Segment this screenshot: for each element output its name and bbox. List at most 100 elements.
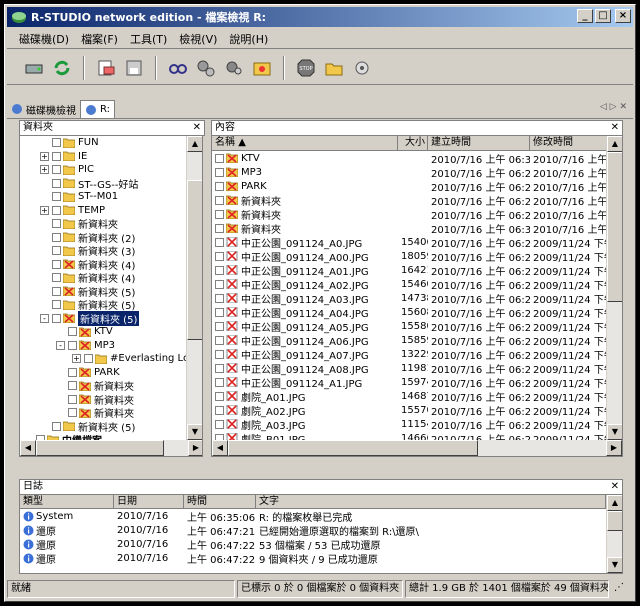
file-row[interactable]: 中正公園_091124_A07.JPG 1322952010/7/16 上午 06… <box>212 347 622 362</box>
file-row[interactable]: 中正公園_091124_A0.JPG 1540622010/7/16 上午 06:… <box>212 235 622 250</box>
tree-item[interactable]: + TEMP <box>20 204 202 218</box>
tree-checkbox[interactable] <box>52 138 61 148</box>
file-checkbox[interactable] <box>215 349 224 359</box>
scroll-thumb[interactable] <box>187 180 202 340</box>
view-button[interactable] <box>165 55 191 81</box>
menu-file[interactable]: 檔案(F) <box>75 31 124 47</box>
log-column-type[interactable]: 類型 <box>20 495 114 508</box>
open-drive-file-button[interactable] <box>93 55 119 81</box>
tree-item[interactable]: ST--M01 <box>20 190 202 204</box>
file-row[interactable]: 中正公園_091124_A00.JPG 1805922010/7/16 上午 06… <box>212 249 622 264</box>
column-created[interactable]: 建立時間 <box>428 136 530 150</box>
file-checkbox[interactable] <box>215 321 224 331</box>
tree-checkbox[interactable] <box>52 421 61 431</box>
tree-checkbox[interactable] <box>52 273 61 283</box>
tree-checkbox[interactable] <box>52 151 61 161</box>
expand-toggle-icon[interactable]: - <box>56 340 65 350</box>
tree-item[interactable]: + IE <box>20 150 202 164</box>
scroll-down-arrow[interactable]: ▼ <box>607 557 622 573</box>
file-row[interactable]: 中正公園_091124_A02.JPG 1546022010/7/16 上午 06… <box>212 277 622 292</box>
file-checkbox[interactable] <box>215 335 224 345</box>
tab-scroll-arrows[interactable]: ◁ ▷ ✕ <box>600 102 627 112</box>
scroll-thumb[interactable] <box>36 440 164 456</box>
tree-item[interactable]: - MP3 <box>20 339 202 353</box>
tree-item[interactable]: 新資料夾 (3) <box>20 244 202 258</box>
scroll-down-arrow[interactable]: ▼ <box>187 424 202 440</box>
file-row[interactable]: PARK 2010/7/16 上午 06:2... 2010/7/16 上午 <box>212 179 622 194</box>
tree-checkbox[interactable] <box>52 192 61 202</box>
tree-item[interactable]: - 新資料夾 (5) <box>20 310 202 326</box>
file-checkbox[interactable] <box>215 181 224 191</box>
file-row[interactable]: 新資料夾 2010/7/16 上午 06:3... 2010/7/16 上午 <box>212 221 622 236</box>
file-checkbox[interactable] <box>215 195 224 205</box>
minimize-button[interactable]: _ <box>577 9 593 23</box>
file-row[interactable]: MP3 2010/7/16 上午 06:2... 2010/7/16 上午 <box>212 165 622 180</box>
column-size[interactable]: 大小 <box>398 136 428 150</box>
tree-item[interactable]: 新資料夾 (5) <box>20 285 202 299</box>
tree-checkbox[interactable] <box>52 178 61 188</box>
scroll-thumb[interactable] <box>228 440 478 456</box>
tree-checkbox[interactable] <box>52 232 61 242</box>
file-checkbox[interactable] <box>215 265 224 275</box>
resize-grip-icon[interactable]: ⋰ <box>611 580 629 598</box>
expand-toggle-icon[interactable]: + <box>40 165 49 175</box>
scroll-down-arrow[interactable]: ▼ <box>607 424 622 440</box>
connect-drive-button[interactable] <box>21 55 47 81</box>
menu-drive[interactable]: 磁碟機(D) <box>13 31 75 47</box>
tree-checkbox[interactable] <box>68 381 77 391</box>
expand-toggle-icon[interactable]: + <box>40 205 49 215</box>
stop-button[interactable]: STOP <box>293 55 319 81</box>
tree-item[interactable]: 新資料夾 (5) <box>20 298 202 312</box>
scroll-left-arrow[interactable]: ◀ <box>212 440 228 456</box>
tree-item[interactable]: FUN <box>20 136 202 150</box>
tree-item[interactable]: 新資料夾 <box>20 217 202 231</box>
menu-help[interactable]: 說明(H) <box>223 31 274 47</box>
tab-r-drive[interactable]: R: <box>80 100 116 118</box>
file-checkbox[interactable] <box>215 293 224 303</box>
tree-checkbox[interactable] <box>52 313 61 323</box>
tree-item[interactable]: 新資料夾 (4) <box>20 258 202 272</box>
log-vertical-scrollbar[interactable]: ▲ ▼ <box>606 495 622 573</box>
menu-view[interactable]: 檢視(V) <box>173 31 223 47</box>
file-row[interactable]: KTV 2010/7/16 上午 06:3... 2010/7/16 上午 <box>212 151 622 166</box>
scroll-up-arrow[interactable]: ▲ <box>607 495 622 511</box>
column-name[interactable]: 名稱 ▲ <box>212 136 398 150</box>
expand-toggle-icon[interactable]: + <box>72 354 81 364</box>
tree-horizontal-scrollbar[interactable]: ◀ ▶ <box>20 440 202 456</box>
tree-checkbox[interactable] <box>84 354 93 364</box>
file-row[interactable]: 中正公園_091124_A01.JPG 1642122010/7/16 上午 06… <box>212 263 622 278</box>
scroll-right-arrow[interactable]: ▶ <box>188 440 202 456</box>
file-row[interactable]: 中正公園_091124_A03.JPG 1473852010/7/16 上午 06… <box>212 291 622 306</box>
file-row[interactable]: 劇院_A02.JPG 1557072010/7/16 上午 06:2...2009… <box>212 403 622 418</box>
tree-checkbox[interactable] <box>52 165 61 175</box>
scroll-left-arrow[interactable]: ◀ <box>20 440 36 456</box>
log-list[interactable]: 類型 日期 時間 文字 System 2010/7/16 上午 06:35:06 R:… <box>19 494 623 574</box>
file-row[interactable]: 新資料夾 2010/7/16 上午 06:2... 2010/7/16 上午 <box>212 207 622 222</box>
file-checkbox[interactable] <box>215 307 224 317</box>
expand-toggle-icon[interactable]: - <box>40 313 49 323</box>
tree-item[interactable]: 新資料夾 (4) <box>20 271 202 285</box>
scroll-thumb[interactable] <box>607 152 622 302</box>
log-row[interactable]: 還原 2010/7/16 上午 06:47:22 9 個資料夾 / 9 已成功還原 <box>20 551 622 566</box>
log-column-time[interactable]: 時間 <box>184 495 256 508</box>
title-bar[interactable]: R-STUDIO network edition - 檔案檢視 R: _ □ × <box>7 7 633 27</box>
file-checkbox[interactable] <box>215 209 224 219</box>
log-row[interactable]: 還原 2010/7/16 上午 06:47:21 已經開始還原選取的檔案到 R:\還原… <box>20 523 622 538</box>
log-row[interactable]: 還原 2010/7/16 上午 06:47:22 53 個檔案 / 53 已成功還原 <box>20 537 622 552</box>
list-vertical-scrollbar[interactable]: ▲ ▼ <box>606 136 622 440</box>
tree-item[interactable]: 新資料夾 (5) <box>20 420 202 434</box>
list-horizontal-scrollbar[interactable]: ◀ ▶ <box>212 440 622 456</box>
save-image-button[interactable] <box>121 55 147 81</box>
tree-checkbox[interactable] <box>52 205 61 215</box>
tree-checkbox[interactable] <box>52 246 61 256</box>
tree-checkbox[interactable] <box>52 286 61 296</box>
file-row[interactable]: 中正公園_091124_A1.JPG 1597402010/7/16 上午 06:… <box>212 375 622 390</box>
file-checkbox[interactable] <box>215 167 224 177</box>
file-row[interactable]: 新資料夾 2010/7/16 上午 06:2... 2010/7/16 上午 <box>212 193 622 208</box>
close-icon[interactable]: ✕ <box>611 121 619 135</box>
close-button[interactable]: × <box>615 9 631 23</box>
file-checkbox[interactable] <box>215 279 224 289</box>
tree-item[interactable]: 新資料夾 (2) <box>20 231 202 245</box>
options-button[interactable] <box>349 55 375 81</box>
log-column-text[interactable]: 文字 <box>256 495 606 508</box>
